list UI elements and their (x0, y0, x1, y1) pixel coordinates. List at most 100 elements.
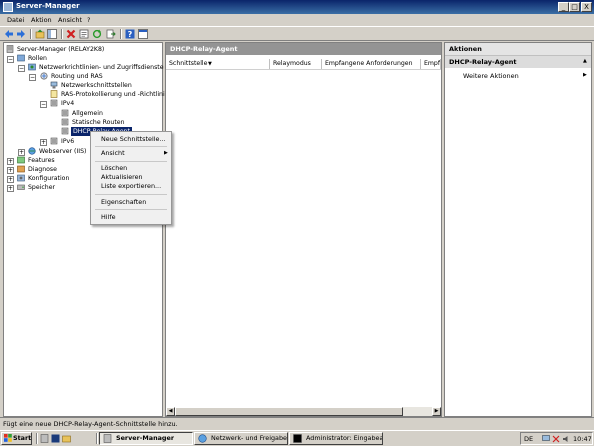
storage-icon (17, 184, 25, 190)
actions-header: Aktionen (449, 45, 482, 53)
forward-arrow-icon[interactable] (16, 29, 26, 39)
collapse-toggle[interactable]: − (29, 74, 36, 81)
static-routes-icon (61, 118, 69, 126)
expand-toggle[interactable]: + (7, 167, 14, 174)
column-header-row: Schnittstelle ▼ Relaymodus Empfangene An… (166, 59, 441, 70)
window-title: Server-Manager (16, 2, 80, 10)
task-label: Netzwerk- und Freigabec... (211, 434, 287, 442)
up-folder-icon[interactable] (35, 29, 45, 39)
actions-section-title: DHCP-Relay-Agent (449, 58, 517, 66)
tree-label: Webserver (IIS) (39, 148, 87, 155)
system-tray: DE 10:47 (520, 432, 593, 445)
expand-toggle[interactable]: + (40, 139, 47, 146)
collapse-toggle[interactable]: − (40, 101, 47, 108)
expand-toggle[interactable]: + (7, 185, 14, 192)
ctx-loeschen[interactable]: Löschen (101, 164, 127, 173)
tree-label: Speicher (28, 184, 56, 191)
network-tray-icon[interactable] (542, 435, 550, 443)
menu-datei[interactable]: Datei (7, 16, 24, 24)
tree-label: Konfiguration (28, 175, 70, 182)
server-manager-quicklaunch-icon[interactable] (40, 434, 49, 443)
general-icon (61, 109, 69, 117)
tree-label: Diagnose (28, 166, 57, 173)
properties-icon[interactable] (79, 29, 89, 39)
tree-label: Features (28, 157, 55, 164)
expand-toggle[interactable]: + (7, 158, 14, 165)
collapse-toggle[interactable]: − (18, 65, 25, 72)
task-label: Administrator: Eingabea... (306, 434, 383, 442)
explorer-quicklaunch-icon[interactable] (62, 434, 71, 443)
expand-toggle[interactable]: + (7, 176, 14, 183)
show-hide-tree-icon[interactable] (47, 29, 57, 39)
taskbar-server-manager[interactable]: Server-Manager (99, 432, 193, 445)
title-bar: Server-Manager _ □ X (0, 0, 594, 14)
menu-ansicht[interactable]: Ansicht (58, 16, 82, 24)
scrollbar-thumb[interactable] (175, 407, 403, 416)
taskbar-netzwerk[interactable]: Netzwerk- und Freigabec... (194, 432, 288, 445)
horizontal-scrollbar[interactable]: ◀ ▶ (166, 407, 441, 416)
network-policy-icon (28, 63, 36, 71)
menu-help[interactable]: ? (87, 16, 90, 24)
volume-icon[interactable] (562, 435, 570, 443)
svg-text:?: ? (128, 30, 133, 39)
column-header-schnittstelle[interactable]: Schnittstelle ▼ (166, 59, 270, 69)
toolbar-separator (30, 29, 32, 39)
collapse-toggle[interactable]: − (7, 56, 14, 63)
scroll-left-icon[interactable]: ◀ (166, 407, 175, 416)
toolbar-separator (120, 29, 122, 39)
network-interface-icon (50, 81, 58, 89)
menu-separator (95, 209, 167, 210)
ctx-hilfe[interactable]: Hilfe (101, 213, 116, 222)
actions-pane: Aktionen DHCP-Relay-Agent ▲ Weitere Akti… (444, 42, 592, 417)
ctx-eigenschaften[interactable]: Eigenschaften (101, 198, 146, 207)
start-button[interactable]: Start (1, 432, 32, 445)
column-label: Schnittstelle (169, 60, 208, 67)
close-button[interactable]: X (581, 2, 592, 12)
language-indicator[interactable]: DE (524, 435, 533, 443)
toolbar-separator (61, 29, 63, 39)
configuration-icon (17, 174, 25, 182)
collapse-up-icon[interactable]: ▲ (583, 58, 587, 64)
ip-protocol-icon (50, 99, 58, 107)
export-icon[interactable] (106, 29, 116, 39)
minimize-button[interactable]: _ (558, 2, 569, 12)
taskbar-separator (96, 433, 98, 444)
back-arrow-icon[interactable] (4, 29, 14, 39)
status-text: Fügt eine neue DHCP-Relay-Agent-Schnitts… (3, 420, 178, 428)
ctx-liste-exportieren[interactable]: Liste exportieren... (101, 182, 161, 191)
column-header-empfangene[interactable]: Empfangene Anforderungen (322, 59, 421, 69)
tree-label: Routing und RAS (51, 73, 103, 80)
powershell-quicklaunch-icon[interactable] (51, 434, 60, 443)
delete-icon[interactable] (66, 29, 76, 39)
ctx-aktualisieren[interactable]: Aktualisieren (101, 173, 143, 182)
maximize-button[interactable]: □ (569, 2, 580, 12)
ctx-neue-schnittstelle[interactable]: Neue Schnittstelle... (101, 135, 166, 144)
ctx-ansicht[interactable]: Ansicht (101, 149, 125, 158)
logging-icon (50, 90, 58, 98)
console-icon[interactable] (138, 29, 148, 39)
taskbar-administrator-cmd[interactable]: Administrator: Eingabea... (289, 432, 383, 445)
clock[interactable]: 10:47 (573, 435, 592, 443)
network-warning-icon[interactable] (552, 435, 560, 443)
expand-toggle[interactable]: + (18, 149, 25, 156)
windows-logo-icon (4, 434, 12, 442)
web-server-icon (28, 147, 36, 155)
tree-label: Rollen (28, 55, 47, 62)
features-icon (17, 156, 25, 164)
refresh-icon[interactable] (92, 29, 102, 39)
submenu-arrow-icon: ▶ (583, 72, 587, 78)
submenu-arrow-icon: ▶ (164, 150, 168, 156)
start-label: Start (13, 434, 32, 442)
help-icon[interactable]: ? (125, 29, 135, 39)
column-header-truncated[interactable]: Empfa (421, 59, 441, 69)
action-weitere-aktionen[interactable]: Weitere Aktionen ▶ (463, 72, 589, 81)
actions-section[interactable]: DHCP-Relay-Agent ▲ (445, 56, 591, 68)
dhcp-relay-icon (61, 127, 69, 135)
scroll-right-icon[interactable]: ▶ (432, 407, 441, 416)
column-header-relaymodus[interactable]: Relaymodus (270, 59, 322, 69)
menu-aktion[interactable]: Aktion (31, 16, 52, 24)
tree-label: IPv4 (61, 100, 75, 107)
taskbar-separator (36, 433, 38, 444)
diagnostics-icon (17, 165, 25, 173)
tree-label: Server-Manager (RELAY2K8) (17, 46, 105, 53)
